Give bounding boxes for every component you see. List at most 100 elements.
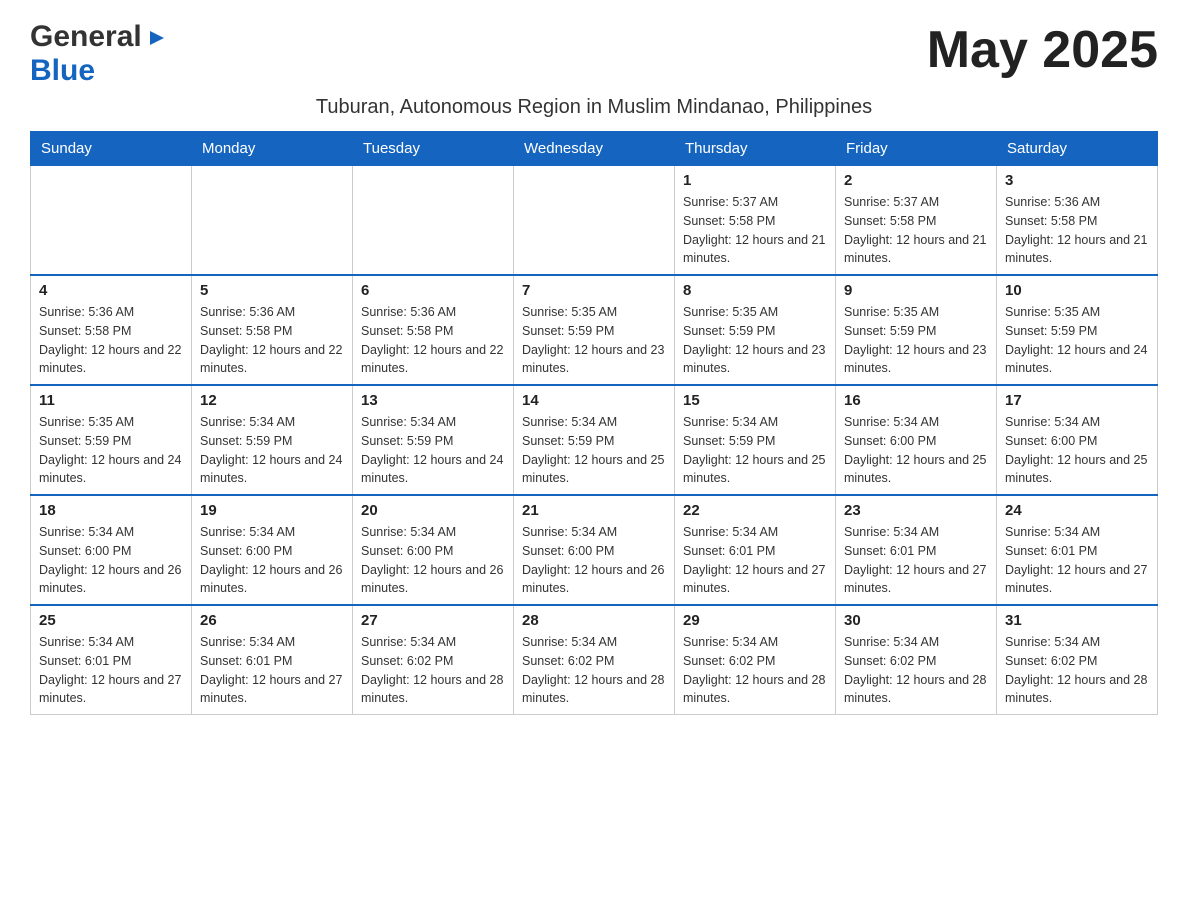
calendar-cell: 23 Sunrise: 5:34 AMSunset: 6:01 PMDayligh… (836, 495, 997, 605)
day-number: 13 (361, 392, 505, 409)
calendar-week-1: 1Sunrise: 5:37 AMSunset: 5:58 PMDaylight… (31, 166, 1158, 276)
calendar-cell: 7 Sunrise: 5:35 AMSunset: 5:59 PMDaylight… (514, 275, 675, 385)
day-number: 12 (200, 392, 344, 409)
calendar-weekday-thursday: Thursday (675, 132, 836, 166)
calendar-week-4: 18Sunrise: 5:34 AMSunset: 6:00 PMDayligh… (31, 495, 1158, 605)
day-number: 10 (1005, 282, 1149, 299)
day-number: 3 (1005, 172, 1149, 189)
calendar-cell: 3Sunrise: 5:36 AMSunset: 5:58 PMDaylight… (997, 166, 1158, 276)
day-number: 2 (844, 172, 988, 189)
calendar-cell: 15Sunrise: 5:34 AMSunset: 5:59 PMDayligh… (675, 385, 836, 495)
calendar-cell: 29 Sunrise: 5:34 AMSunset: 6:02 PMDayligh… (675, 605, 836, 715)
day-info: Sunrise: 5:37 AMSunset: 5:58 PMDaylight:… (683, 193, 827, 268)
day-info: Sunrise: 5:34 AMSunset: 6:00 PMDaylight:… (1005, 413, 1149, 488)
day-number: 9 (844, 282, 988, 299)
day-info: Sunrise: 5:35 AMSunset: 5:59 PMDaylight:… (844, 303, 988, 378)
day-info: Sunrise: 5:35 AMSunset: 5:59 PMDaylight:… (39, 413, 183, 488)
logo-blue-text: Blue (30, 54, 95, 87)
calendar-cell: 26 Sunrise: 5:34 AMSunset: 6:01 PMDayligh… (192, 605, 353, 715)
day-number: 20 (361, 502, 505, 519)
day-info: Sunrise: 5:34 AMSunset: 6:00 PMDaylight:… (200, 523, 344, 598)
calendar-weekday-tuesday: Tuesday (353, 132, 514, 166)
calendar-table: SundayMondayTuesdayWednesdayThursdayFrid… (30, 131, 1158, 715)
calendar-week-2: 4 Sunrise: 5:36 AMSunset: 5:58 PMDaylight… (31, 275, 1158, 385)
calendar-cell: 13 Sunrise: 5:34 AMSunset: 5:59 PMDayligh… (353, 385, 514, 495)
calendar-weekday-friday: Friday (836, 132, 997, 166)
calendar-cell: 20 Sunrise: 5:34 AMSunset: 6:00 PMDayligh… (353, 495, 514, 605)
day-info: Sunrise: 5:34 AMSunset: 5:59 PMDaylight:… (200, 413, 344, 488)
day-number: 28 (522, 612, 666, 629)
calendar-cell: 18Sunrise: 5:34 AMSunset: 6:00 PMDayligh… (31, 495, 192, 605)
day-info: Sunrise: 5:35 AMSunset: 5:59 PMDaylight:… (683, 303, 827, 378)
day-info: Sunrise: 5:35 AMSunset: 5:59 PMDaylight:… (1005, 303, 1149, 378)
calendar-cell: 16 Sunrise: 5:34 AMSunset: 6:00 PMDayligh… (836, 385, 997, 495)
day-number: 8 (683, 282, 827, 299)
logo-arrow-icon (146, 27, 168, 54)
calendar-weekday-monday: Monday (192, 132, 353, 166)
calendar-weekday-wednesday: Wednesday (514, 132, 675, 166)
day-number: 26 (200, 612, 344, 629)
day-info: Sunrise: 5:34 AMSunset: 6:01 PMDaylight:… (200, 633, 344, 708)
day-number: 6 (361, 282, 505, 299)
calendar-cell: 22Sunrise: 5:34 AMSunset: 6:01 PMDayligh… (675, 495, 836, 605)
calendar-cell: 12 Sunrise: 5:34 AMSunset: 5:59 PMDayligh… (192, 385, 353, 495)
day-number: 27 (361, 612, 505, 629)
day-number: 21 (522, 502, 666, 519)
day-info: Sunrise: 5:34 AMSunset: 5:59 PMDaylight:… (683, 413, 827, 488)
day-info: Sunrise: 5:34 AMSunset: 6:01 PMDaylight:… (844, 523, 988, 598)
day-number: 31 (1005, 612, 1149, 629)
day-info: Sunrise: 5:36 AMSunset: 5:58 PMDaylight:… (200, 303, 344, 378)
calendar-cell: 4 Sunrise: 5:36 AMSunset: 5:58 PMDaylight… (31, 275, 192, 385)
day-number: 29 (683, 612, 827, 629)
day-number: 23 (844, 502, 988, 519)
calendar-week-5: 25Sunrise: 5:34 AMSunset: 6:01 PMDayligh… (31, 605, 1158, 715)
day-info: Sunrise: 5:37 AMSunset: 5:58 PMDaylight:… (844, 193, 988, 268)
day-info: Sunrise: 5:34 AMSunset: 6:02 PMDaylight:… (1005, 633, 1149, 708)
calendar-cell: 19Sunrise: 5:34 AMSunset: 6:00 PMDayligh… (192, 495, 353, 605)
day-number: 11 (39, 392, 183, 409)
calendar-weekday-saturday: Saturday (997, 132, 1158, 166)
day-info: Sunrise: 5:34 AMSunset: 6:00 PMDaylight:… (361, 523, 505, 598)
calendar-cell: 28 Sunrise: 5:34 AMSunset: 6:02 PMDayligh… (514, 605, 675, 715)
calendar-cell: 31 Sunrise: 5:34 AMSunset: 6:02 PMDayligh… (997, 605, 1158, 715)
calendar-cell: 25Sunrise: 5:34 AMSunset: 6:01 PMDayligh… (31, 605, 192, 715)
day-info: Sunrise: 5:34 AMSunset: 6:02 PMDaylight:… (683, 633, 827, 708)
logo-general-text: General (30, 20, 142, 54)
calendar-cell (514, 166, 675, 276)
calendar-cell: 1Sunrise: 5:37 AMSunset: 5:58 PMDaylight… (675, 166, 836, 276)
calendar-cell: 10 Sunrise: 5:35 AMSunset: 5:59 PMDayligh… (997, 275, 1158, 385)
calendar-cell: 11 Sunrise: 5:35 AMSunset: 5:59 PMDayligh… (31, 385, 192, 495)
day-number: 14 (522, 392, 666, 409)
day-info: Sunrise: 5:35 AMSunset: 5:59 PMDaylight:… (522, 303, 666, 378)
calendar-cell: 9 Sunrise: 5:35 AMSunset: 5:59 PMDaylight… (836, 275, 997, 385)
page-header: General Blue May 2025 (30, 20, 1158, 88)
calendar-cell: 17 Sunrise: 5:34 AMSunset: 6:00 PMDayligh… (997, 385, 1158, 495)
day-number: 16 (844, 392, 988, 409)
day-number: 24 (1005, 502, 1149, 519)
calendar-cell: 24 Sunrise: 5:34 AMSunset: 6:01 PMDayligh… (997, 495, 1158, 605)
day-info: Sunrise: 5:34 AMSunset: 6:01 PMDaylight:… (39, 633, 183, 708)
calendar-cell (31, 166, 192, 276)
day-info: Sunrise: 5:34 AMSunset: 5:59 PMDaylight:… (361, 413, 505, 488)
month-title: May 2025 (927, 20, 1158, 80)
day-info: Sunrise: 5:34 AMSunset: 6:02 PMDaylight:… (522, 633, 666, 708)
calendar-cell: 21 Sunrise: 5:34 AMSunset: 6:00 PMDayligh… (514, 495, 675, 605)
day-info: Sunrise: 5:34 AMSunset: 6:00 PMDaylight:… (844, 413, 988, 488)
day-info: Sunrise: 5:34 AMSunset: 6:01 PMDaylight:… (683, 523, 827, 598)
calendar-week-3: 11 Sunrise: 5:35 AMSunset: 5:59 PMDayligh… (31, 385, 1158, 495)
calendar-cell: 2 Sunrise: 5:37 AMSunset: 5:58 PMDaylight… (836, 166, 997, 276)
day-info: Sunrise: 5:34 AMSunset: 6:01 PMDaylight:… (1005, 523, 1149, 598)
calendar-cell: 27Sunrise: 5:34 AMSunset: 6:02 PMDayligh… (353, 605, 514, 715)
day-info: Sunrise: 5:36 AMSunset: 5:58 PMDaylight:… (361, 303, 505, 378)
calendar-cell (353, 166, 514, 276)
day-info: Sunrise: 5:34 AMSunset: 6:00 PMDaylight:… (522, 523, 666, 598)
day-info: Sunrise: 5:34 AMSunset: 6:00 PMDaylight:… (39, 523, 183, 598)
page-subtitle: Tuburan, Autonomous Region in Muslim Min… (30, 96, 1158, 119)
day-number: 4 (39, 282, 183, 299)
day-info: Sunrise: 5:36 AMSunset: 5:58 PMDaylight:… (39, 303, 183, 378)
day-number: 17 (1005, 392, 1149, 409)
calendar-cell: 30Sunrise: 5:34 AMSunset: 6:02 PMDayligh… (836, 605, 997, 715)
day-number: 7 (522, 282, 666, 299)
calendar-cell: 14Sunrise: 5:34 AMSunset: 5:59 PMDayligh… (514, 385, 675, 495)
calendar-header-row: SundayMondayTuesdayWednesdayThursdayFrid… (31, 132, 1158, 166)
